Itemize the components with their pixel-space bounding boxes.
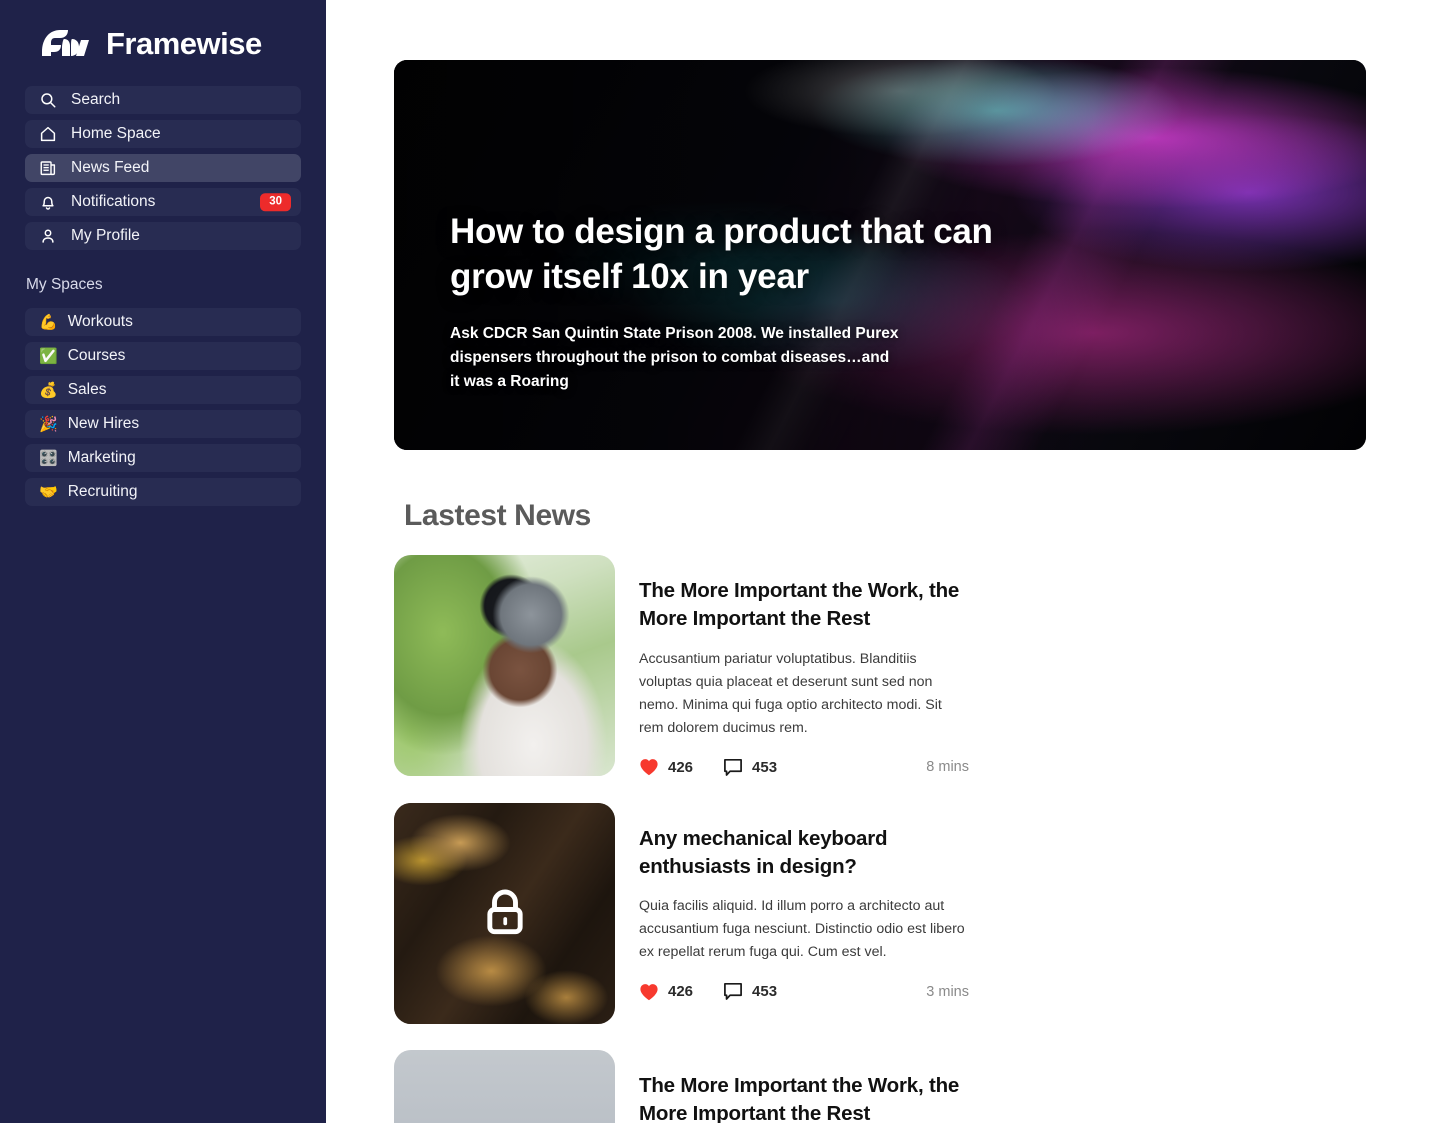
spaces-list: 💪 Workouts ✅ Courses 💰 Sales 🎉 New Hires…: [25, 308, 301, 506]
space-item-label: New Hires: [67, 415, 140, 433]
app-root: Framewise Search Home Space News Feed No…: [0, 0, 1440, 1123]
post-thumbnail[interactable]: [394, 802, 615, 1024]
latest-news-heading: Lastest News: [404, 499, 591, 532]
news-list-item[interactable]: Any mechanical keyboard enthusiasts in d…: [394, 802, 1366, 1024]
bell-icon: [39, 193, 57, 211]
framewise-logo-icon: [38, 26, 94, 60]
comment-stat[interactable]: 453: [723, 982, 777, 1001]
comment-count: 453: [752, 983, 778, 1001]
main-content: How to design a product that can grow it…: [326, 0, 1440, 1123]
post-title[interactable]: The More Important the Work, the More Im…: [639, 577, 969, 634]
party-popper-icon: 🎉: [39, 415, 58, 433]
post-image: [394, 1049, 615, 1123]
control-knobs-icon: 🎛️: [39, 449, 58, 467]
handshake-icon: 🤝: [39, 483, 58, 501]
sidebar-item-home-space[interactable]: Home Space: [25, 120, 301, 148]
hero-banner[interactable]: How to design a product that can grow it…: [394, 60, 1366, 450]
post-image: [394, 555, 615, 776]
space-item-label: Workouts: [67, 313, 133, 331]
sidebar: Framewise Search Home Space News Feed No…: [0, 0, 326, 1123]
post-timestamp: 8 mins: [926, 759, 969, 776]
comment-count: 453: [752, 758, 778, 776]
space-item-courses[interactable]: ✅ Courses: [25, 342, 301, 370]
heart-icon: [640, 983, 658, 1000]
comment-icon: [724, 983, 742, 1001]
sidebar-item-notifications[interactable]: Notifications 30: [25, 188, 301, 216]
hero-text-block: How to design a product that can grow it…: [450, 210, 1066, 394]
content-column: How to design a product that can grow it…: [394, 60, 1366, 1123]
hero-title: How to design a product that can grow it…: [450, 212, 993, 297]
flexed-biceps-icon: 💪: [39, 313, 58, 331]
sidebar-item-my-profile[interactable]: My Profile: [25, 222, 301, 250]
notifications-badge: 30: [260, 193, 291, 211]
like-count: 426: [668, 983, 694, 1001]
space-item-label: Courses: [67, 347, 126, 365]
money-bag-icon: 💰: [39, 381, 58, 399]
space-item-workouts[interactable]: 💪 Workouts: [25, 308, 301, 336]
post-excerpt: Quia facilis aliquid. Id illum porro a a…: [639, 898, 965, 961]
check-mark-icon: ✅: [39, 347, 58, 365]
post-timestamp: 3 mins: [926, 983, 969, 1000]
space-item-label: Recruiting: [67, 483, 138, 501]
post-meta: 426 453 3 mins: [639, 982, 969, 1001]
home-icon: [39, 125, 57, 143]
brand[interactable]: Framewise: [25, 0, 301, 86]
space-item-new-hires[interactable]: 🎉 New Hires: [25, 410, 301, 438]
lock-icon: [486, 889, 523, 935]
space-item-label: Sales: [67, 381, 107, 399]
heart-icon: [640, 759, 658, 776]
post-thumbnail[interactable]: [394, 1049, 615, 1123]
space-item-sales[interactable]: 💰 Sales: [25, 376, 301, 404]
like-count: 426: [668, 758, 694, 776]
post-title[interactable]: The More Important the Work, the More Im…: [639, 1072, 969, 1123]
post-meta: 426 453 8 mins: [639, 758, 969, 777]
sidebar-item-news-feed[interactable]: News Feed: [25, 154, 301, 182]
post-body: Any mechanical keyboard enthusiasts in d…: [639, 803, 969, 1002]
hero-subtitle: Ask CDCR San Quintin State Prison 2008. …: [450, 324, 899, 390]
news-list-item[interactable]: The More Important the Work, the More Im…: [394, 1049, 1366, 1123]
post-body: The More Important the Work, the More Im…: [639, 555, 969, 777]
post-title[interactable]: Any mechanical keyboard enthusiasts in d…: [639, 825, 969, 882]
post-thumbnail[interactable]: [394, 555, 615, 776]
news-list-item[interactable]: The More Important the Work, the More Im…: [394, 555, 1366, 777]
post-body: The More Important the Work, the More Im…: [639, 1050, 969, 1123]
user-icon: [39, 227, 57, 245]
news-icon: [39, 159, 57, 177]
space-item-recruiting[interactable]: 🤝 Recruiting: [25, 478, 301, 506]
comment-icon: [724, 758, 742, 776]
primary-nav: Search Home Space News Feed Notification…: [25, 86, 301, 250]
space-item-marketing[interactable]: 🎛️ Marketing: [25, 444, 301, 472]
sidebar-item-label: News Feed: [71, 159, 150, 177]
search-icon: [39, 91, 57, 109]
space-item-label: Marketing: [67, 449, 136, 467]
like-stat[interactable]: 426: [639, 758, 693, 776]
sidebar-item-label: Notifications: [71, 193, 156, 211]
news-feed-list: The More Important the Work, the More Im…: [394, 555, 1366, 1123]
comment-stat[interactable]: 453: [723, 758, 777, 777]
my-spaces-heading: My Spaces: [26, 276, 103, 293]
sidebar-item-search[interactable]: Search: [25, 86, 301, 114]
sidebar-item-label: Search: [71, 91, 121, 109]
sidebar-item-label: My Profile: [71, 227, 140, 245]
sidebar-item-label: Home Space: [71, 125, 161, 143]
post-excerpt: Accusantium pariatur voluptatibus. Bland…: [639, 650, 942, 736]
brand-name: Framewise: [106, 25, 262, 61]
like-stat[interactable]: 426: [639, 983, 693, 1001]
